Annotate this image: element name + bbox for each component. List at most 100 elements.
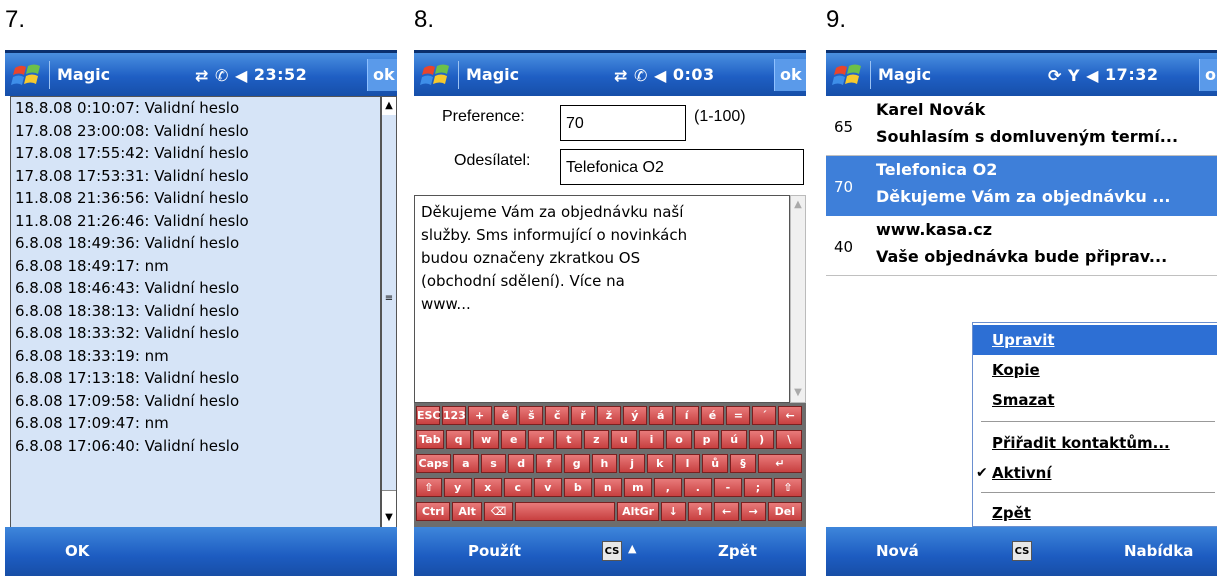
key[interactable]: ů	[702, 454, 729, 473]
connectivity-icon[interactable]: ⇄	[195, 66, 209, 85]
key[interactable]: b	[563, 478, 592, 497]
key[interactable]: 123	[441, 406, 466, 425]
message-text[interactable]: Děkujeme Vám za objednávku naší služby. S…	[414, 195, 790, 403]
key[interactable]: ě	[493, 406, 518, 425]
clock[interactable]: 17:32	[1105, 65, 1158, 84]
key[interactable]: u	[611, 430, 637, 449]
log-entry[interactable]: 11.8.08 21:26:46: Validní heslo	[11, 210, 380, 233]
menu-item-back[interactable]: Zpět	[973, 498, 1217, 528]
key[interactable]: →	[740, 502, 766, 521]
key[interactable]: t	[556, 430, 582, 449]
log-entry[interactable]: 17.8.08 17:53:31: Validní heslo	[11, 165, 380, 188]
key[interactable]: č	[545, 406, 570, 425]
list-item[interactable]: 40 www.kasa.cz Vaše objednávka bude přip…	[826, 216, 1217, 276]
key[interactable]: )	[748, 430, 775, 449]
clock[interactable]: 23:52	[254, 65, 307, 84]
key[interactable]: x	[473, 478, 502, 497]
key[interactable]: \	[776, 430, 802, 449]
key[interactable]: ↓	[660, 502, 686, 521]
new-softkey[interactable]: Nová	[876, 542, 919, 560]
scroll-up-icon[interactable]: ▲	[791, 196, 805, 214]
signal-icon[interactable]: Y	[1068, 66, 1080, 85]
key[interactable]: AltGr	[617, 502, 659, 521]
key[interactable]: -	[713, 478, 742, 497]
key[interactable]: ESC	[416, 406, 441, 425]
preference-input[interactable]: 70	[560, 105, 686, 141]
key[interactable]: ↑	[687, 502, 713, 521]
key[interactable]: q	[445, 430, 472, 449]
sync-icon[interactable]: ⟳	[1048, 66, 1062, 85]
key[interactable]: d	[508, 454, 535, 473]
key[interactable]: Tab	[416, 430, 444, 449]
key[interactable]: l	[674, 454, 701, 473]
log-entry[interactable]: 6.8.08 18:33:32: Validní heslo	[11, 322, 380, 345]
menu-item-assign-contacts[interactable]: Přiřadit kontaktům...	[973, 428, 1217, 458]
log-entry[interactable]: 11.8.08 21:36:56: Validní heslo	[11, 187, 380, 210]
key[interactable]: ⇧	[416, 478, 442, 497]
key[interactable]: ⌫	[483, 502, 514, 521]
log-entry[interactable]: 6.8.08 18:49:36: Validní heslo	[11, 232, 380, 255]
log-entry[interactable]: 6.8.08 18:49:17: nm	[11, 255, 380, 278]
key[interactable]: m	[623, 478, 652, 497]
ok-softkey[interactable]: OK	[65, 542, 89, 560]
input-mode-button[interactable]: CS	[1012, 541, 1032, 561]
log-entry[interactable]: 17.8.08 23:00:08: Validní heslo	[11, 120, 380, 143]
key[interactable]: Caps	[416, 454, 451, 473]
volume-icon[interactable]: ◀	[1086, 66, 1099, 85]
scroll-down-icon[interactable]: ▼	[791, 384, 805, 402]
key[interactable]: ↵	[757, 454, 802, 473]
key[interactable]: z	[583, 430, 610, 449]
log-list[interactable]: 18.8.08 0:10:07: Validní heslo 17.8.08 23…	[10, 96, 381, 528]
key[interactable]	[515, 502, 616, 521]
ok-button[interactable]: ok	[367, 59, 397, 91]
key[interactable]: ú	[721, 430, 747, 449]
key[interactable]: ⇧	[773, 478, 802, 497]
key[interactable]: +	[467, 406, 492, 425]
phone-off-icon[interactable]: ✆	[634, 66, 648, 85]
back-softkey[interactable]: Zpět	[718, 542, 757, 560]
key[interactable]: Del	[767, 502, 802, 521]
log-entry[interactable]: 17.8.08 17:55:42: Validní heslo	[11, 142, 380, 165]
log-entry[interactable]: 6.8.08 18:38:13: Validní heslo	[11, 300, 380, 323]
key[interactable]: h	[591, 454, 618, 473]
ok-button[interactable]: ok	[1199, 59, 1217, 91]
log-entry[interactable]: 6.8.08 18:46:43: Validní heslo	[11, 277, 380, 300]
key[interactable]: ←	[714, 502, 739, 521]
key[interactable]: p	[693, 430, 720, 449]
key[interactable]: í	[674, 406, 699, 425]
menu-softkey[interactable]: Nabídka	[1124, 542, 1193, 560]
key[interactable]: ž	[597, 406, 621, 425]
key[interactable]: ←	[778, 406, 802, 425]
key[interactable]: ;	[743, 478, 772, 497]
key[interactable]: y	[443, 478, 472, 497]
ok-button[interactable]: ok	[774, 59, 806, 91]
menu-item-delete[interactable]: Smazat	[973, 385, 1217, 415]
log-entry[interactable]: 6.8.08 17:09:58: Validní heslo	[11, 390, 380, 413]
scrollbar[interactable]: ▲ ▼	[790, 195, 806, 403]
key[interactable]: .	[683, 478, 712, 497]
sender-input[interactable]: Telefonica O2	[560, 149, 804, 185]
key[interactable]: v	[533, 478, 562, 497]
log-entry[interactable]: 18.8.08 0:10:07: Validní heslo	[11, 97, 380, 120]
scrollbar[interactable]: ▲ ≡ ▼	[381, 96, 397, 528]
key[interactable]: š	[519, 406, 544, 425]
phone-off-icon[interactable]: ✆	[215, 66, 229, 85]
key[interactable]: ,	[653, 478, 682, 497]
key[interactable]: c	[503, 478, 532, 497]
key[interactable]: f	[536, 454, 562, 473]
key[interactable]: §	[730, 454, 756, 473]
key[interactable]: j	[619, 454, 645, 473]
key[interactable]: s	[480, 454, 507, 473]
key[interactable]: g	[563, 454, 590, 473]
key[interactable]: ý	[622, 406, 647, 425]
key[interactable]: á	[648, 406, 673, 425]
key[interactable]: é	[700, 406, 725, 425]
key[interactable]: r	[528, 430, 555, 449]
key[interactable]: k	[646, 454, 673, 473]
key[interactable]: o	[666, 430, 692, 449]
scroll-up-icon[interactable]: ▲	[382, 97, 396, 115]
log-entry[interactable]: 6.8.08 17:13:18: Validní heslo	[11, 367, 380, 390]
key[interactable]: =	[726, 406, 751, 425]
windows-start-icon[interactable]	[420, 60, 452, 90]
log-entry[interactable]: 6.8.08 17:06:40: Validní heslo	[11, 435, 380, 458]
